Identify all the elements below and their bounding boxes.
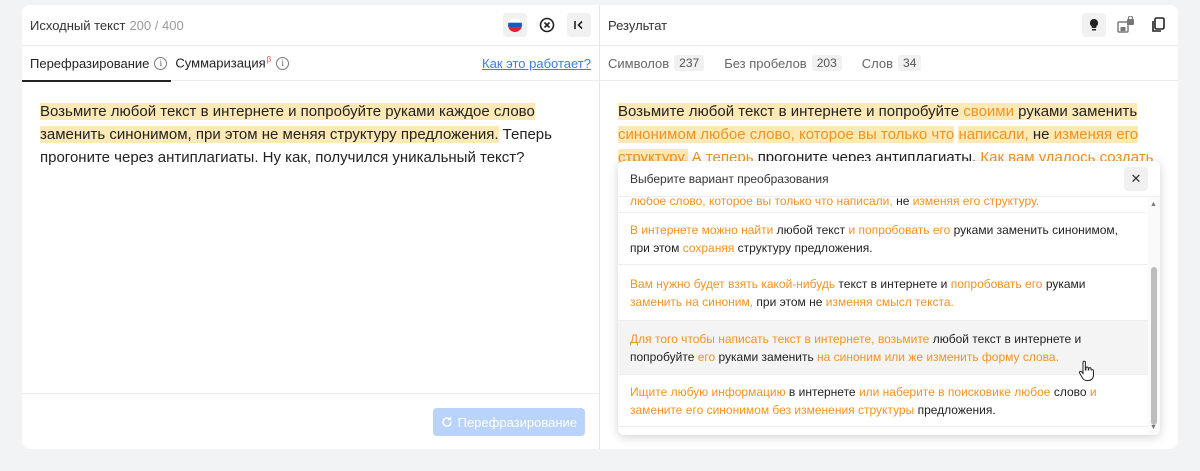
result-segment[interactable]: своими (963, 103, 1014, 120)
scroll-thumb[interactable] (1151, 267, 1157, 425)
variant-segment: не (892, 197, 913, 208)
close-icon[interactable]: ✕ (1124, 166, 1148, 191)
how-it-works-link[interactable]: Как это работает? (482, 56, 591, 71)
mode-tabs: Перефразирование i Суммаризацияβ i Как э… (22, 46, 599, 82)
stat-no-spaces: Без пробелов 203 (724, 55, 842, 71)
stat-label: Слов (861, 55, 894, 71)
variant-segment: его (697, 349, 716, 364)
stat-value: 237 (674, 55, 705, 71)
tab-summarization[interactable]: Суммаризацияβ i (175, 46, 290, 81)
tab-summarization-label: Суммаризация (175, 55, 266, 71)
variant-option[interactable]: Для того чтобы написать текст в интернет… (618, 321, 1148, 375)
paraphrase-button-label: Перефразирование (457, 414, 577, 430)
variant-option[interactable]: любое слово, которое вы только что напис… (618, 197, 1148, 213)
stat-value: 34 (898, 55, 922, 71)
scroll-down-icon[interactable]: ▼ (1150, 424, 1157, 431)
result-segment[interactable]: изменяя его (1053, 126, 1139, 143)
result-text[interactable]: Возьмите любой текст в интернете и попро… (618, 100, 1160, 169)
collapse-left-icon[interactable] (567, 13, 591, 37)
refresh-icon (441, 417, 452, 427)
copy-icon[interactable] (1146, 13, 1170, 37)
stat-value: 203 (811, 55, 842, 71)
info-icon[interactable]: i (154, 56, 168, 70)
result-title: Результат (608, 17, 668, 33)
stat-words: Слов 34 (862, 55, 922, 71)
result-segment[interactable]: синонимом любое слово, которое вы только… (618, 126, 955, 143)
variant-option-text: Ищите любую информацию в интернете или н… (630, 383, 1136, 419)
variant-segment: В интернете можно найти (630, 222, 774, 237)
variant-option[interactable]: В интернете можно найти любой текст и по… (618, 213, 1148, 265)
dropdown-header: Выберите вариант преобразования ✕ (618, 161, 1160, 197)
variant-option[interactable]: Ищите любую информацию в интернете или н… (618, 375, 1148, 427)
result-segment: руками заменить (1013, 103, 1138, 120)
clear-icon[interactable] (535, 13, 559, 37)
variant-segment: любой текст (773, 222, 849, 237)
stat-chars: Символов 237 (608, 55, 705, 71)
variant-segment: Вам нужно будет взять какой-нибудь (630, 276, 836, 291)
source-header: Исходный текст 200 / 400 (22, 5, 599, 46)
variant-segment: заменить на синоним, (630, 294, 754, 309)
scroll-up-icon[interactable]: ▲ (1150, 201, 1157, 208)
variant-option-text: В интернете можно найти любой текст и по… (630, 221, 1136, 257)
lightbulb-icon[interactable] (1082, 13, 1106, 37)
locked-save-icon[interactable] (1114, 13, 1138, 37)
variant-segment: руками заменить (715, 349, 818, 364)
variant-option[interactable]: Вам нужно будет взять какой-нибудь текст… (618, 265, 1148, 321)
variant-segment: Для того чтобы написать текст в интернет… (630, 331, 930, 346)
variant-segment: слово (1050, 384, 1090, 399)
variant-list: любое слово, которое вы только что напис… (618, 197, 1148, 435)
tab-paraphrase[interactable]: Перефразирование i (22, 46, 172, 82)
result-segment: не (1028, 126, 1054, 143)
variant-dropdown: Выберите вариант преобразования ✕ любое … (618, 161, 1160, 435)
result-segment: Возьмите любой текст в интернете и попро… (618, 103, 964, 120)
language-flag-icon[interactable] (503, 13, 527, 37)
source-title: Исходный текст (30, 17, 126, 33)
result-stats: Символов 237 Без пробелов 203 Слов 34 (600, 46, 1178, 81)
hand-cursor-icon (1079, 360, 1094, 381)
info-icon[interactable]: i (276, 56, 290, 70)
result-header: Результат (600, 5, 1178, 46)
variant-segment: Ищите любую информацию (630, 384, 786, 399)
variant-segment: и попробовать его (848, 222, 951, 237)
variant-segment: предложения. (914, 402, 996, 417)
variant-segment: сохраняя (682, 240, 735, 255)
beta-badge: β (266, 55, 272, 65)
variant-segment: структуру предложения. (734, 240, 873, 255)
tab-paraphrase-label: Перефразирование (30, 55, 150, 71)
variant-option-text: Для того чтобы написать текст в интернет… (630, 330, 1136, 366)
variant-segment: при этом не (753, 294, 826, 309)
paraphrase-button[interactable]: Перефразирование (432, 408, 585, 436)
variant-segment: в интернете (785, 384, 859, 399)
char-counter: 200 / 400 (129, 17, 184, 33)
variant-segment: изменяя его структуру. (912, 197, 1040, 208)
result-segment[interactable]: написали, (958, 126, 1029, 143)
variant-option-text: Вам нужно будет взять какой-нибудь текст… (630, 275, 1136, 311)
scrollbar[interactable]: ▲ ▼ (1148, 197, 1160, 435)
stat-label: Без пробелов (724, 55, 807, 71)
dropdown-title: Выберите вариант преобразования (630, 171, 829, 186)
variant-segment: изменяя смысл текста. (825, 294, 954, 309)
source-panel: Исходный текст 200 / 400 Перефразировани… (22, 5, 600, 449)
source-text-highlighted: Возьмите любой текст в интернете и попро… (40, 103, 535, 143)
variant-segment: на синоним или же изменить форму слова. (817, 349, 1059, 364)
stat-label: Символов (608, 55, 670, 71)
variant-segment: или наберите в поисковике любое (858, 384, 1051, 399)
source-footer: Перефразирование (22, 393, 599, 449)
source-text-input[interactable]: Возьмите любой текст в интернете и попро… (40, 100, 581, 169)
variant-segment: руками (1042, 276, 1086, 291)
variant-segment: попробовать его (950, 276, 1043, 291)
variant-segment: текст в интернете и (835, 276, 951, 291)
variant-option-text: любое слово, которое вы только что напис… (630, 197, 1039, 210)
variant-segment: любое слово, которое вы только что напис… (630, 197, 893, 208)
